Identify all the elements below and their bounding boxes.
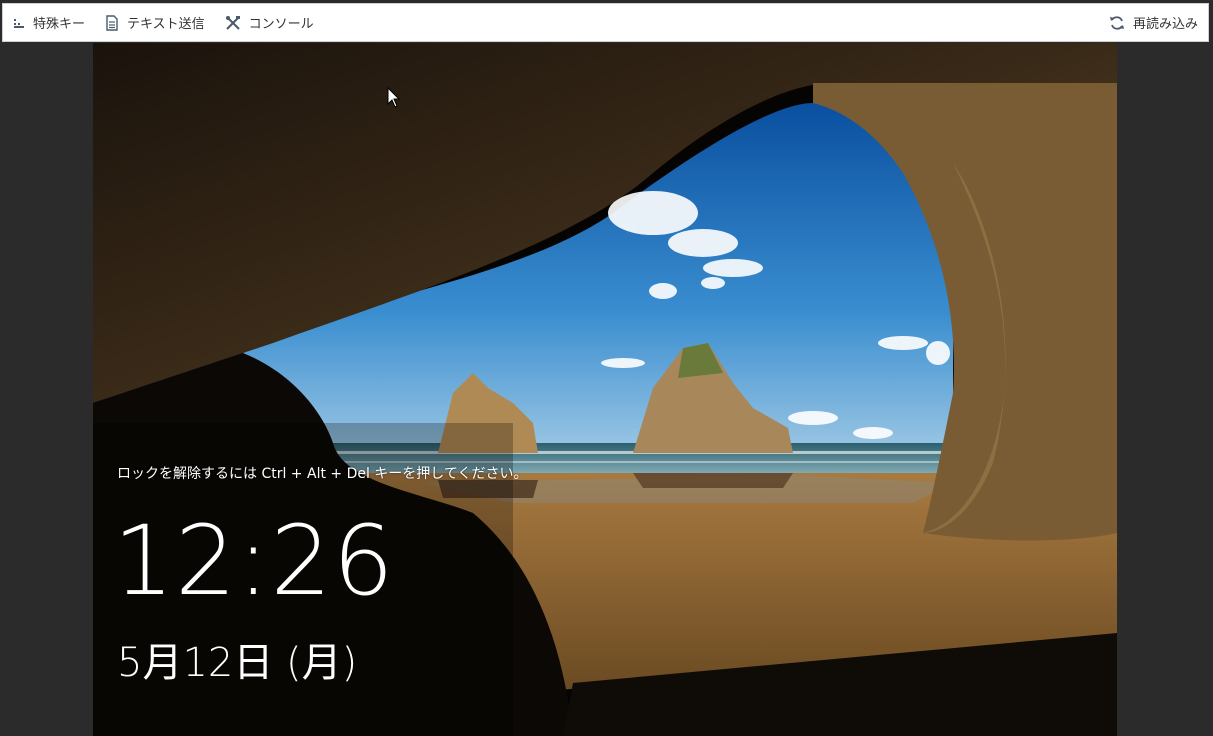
refresh-icon <box>1109 15 1124 30</box>
console-toolbar: 特殊キー テキスト送信 コンソール 再読み込み <box>0 0 1213 43</box>
special-keys-label: 特殊キー <box>33 17 86 32</box>
unlock-instruction: ロックを解除するには Ctrl + Alt + Del キーを押してください。 <box>117 466 528 482</box>
tools-icon <box>225 15 240 30</box>
lockscreen-time: 12:26 <box>113 505 395 617</box>
toolbar-panel: 特殊キー テキスト送信 コンソール 再読み込み <box>2 3 1209 42</box>
lockscreen-background <box>93 43 1117 736</box>
send-text-label: テキスト送信 <box>127 17 205 32</box>
document-icon <box>106 14 118 31</box>
keyboard-bars-icon <box>14 18 24 28</box>
reload-button[interactable]: 再読み込み <box>1099 4 1208 41</box>
console-label: コンソール <box>248 17 314 32</box>
remote-console-screen[interactable]: ロックを解除するには Ctrl + Alt + Del キーを押してください。 … <box>93 43 1117 736</box>
reload-label: 再読み込み <box>1132 17 1198 32</box>
mouse-cursor-icon <box>387 87 401 108</box>
console-button[interactable]: コンソール <box>215 4 324 41</box>
lockscreen-date: 5月12日 (月) <box>117 640 358 686</box>
send-text-button[interactable]: テキスト送信 <box>95 4 215 41</box>
special-keys-button[interactable]: 特殊キー <box>3 4 95 41</box>
